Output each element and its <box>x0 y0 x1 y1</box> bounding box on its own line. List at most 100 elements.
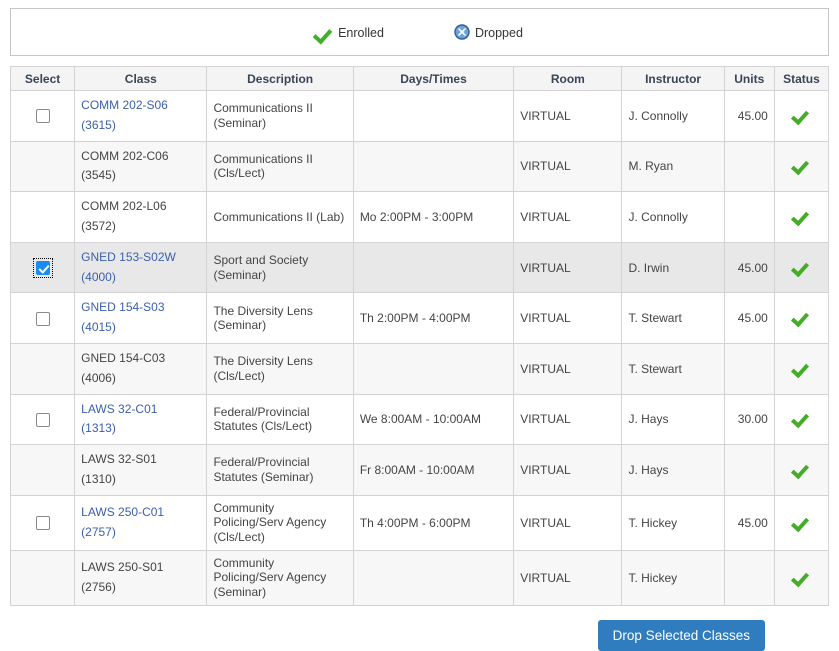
enrollment-page: Enrolled Dropped Select Class Descriptio… <box>0 0 839 651</box>
instructor-cell: J. Connolly <box>621 191 725 243</box>
drop-selected-classes-button[interactable]: Drop Selected Classes <box>597 619 765 651</box>
status-cell <box>773 342 830 395</box>
green-check-icon <box>793 410 810 425</box>
class-code-link[interactable]: LAWS 32-C01 <box>81 400 200 420</box>
class-code-link[interactable]: GNED 153-S02W <box>81 248 200 268</box>
description-cell: Communications II (Lab) <box>206 191 354 243</box>
instructor-cell: T. Stewart <box>621 292 725 344</box>
select-cell <box>9 444 76 496</box>
description-cell: Federal/Provincial Statutes (Cls/Lect) <box>206 393 354 446</box>
class-cell: COMM 202-C06 (3545) <box>74 140 208 193</box>
days-times-cell: We 8:00AM - 10:00AM <box>352 393 515 446</box>
room-cell: VIRTUAL <box>513 494 623 551</box>
table-row: COMM 202-L06 (3572) Communications II (Lab… <box>9 191 830 243</box>
days-times-cell <box>352 241 515 294</box>
legend-item-enrolled: Enrolled <box>316 25 384 40</box>
days-times-cell <box>352 342 515 395</box>
green-check-icon <box>793 360 810 375</box>
class-code-text: COMM 202-C06 <box>81 148 169 163</box>
instructor-cell: J. Connolly <box>621 90 725 142</box>
class-number: (4000) <box>81 269 116 284</box>
class-code-link[interactable]: GNED 154-S03 <box>81 298 200 318</box>
table-row: LAWS 32-S01 (1310) Federal/Provincial Stat… <box>9 444 830 496</box>
green-check-icon <box>793 107 810 122</box>
class-schedule-table: Select Class Description Days/Times Room… <box>9 66 830 606</box>
class-code-link[interactable]: LAWS 250-C01 <box>81 503 200 523</box>
select-cell <box>9 140 76 193</box>
column-header-instructor: Instructor <box>621 66 725 91</box>
table-footer: Drop Selected Classes <box>10 619 829 651</box>
green-check-icon <box>793 514 810 529</box>
instructor-cell: D. Irwin <box>621 241 725 294</box>
class-cell: LAWS 250-C01 (2757) <box>74 494 208 551</box>
room-cell: VIRTUAL <box>513 342 623 395</box>
class-cell: LAWS 32-C01 (1313) <box>74 393 208 446</box>
select-cell <box>9 292 76 344</box>
units-cell <box>723 444 775 496</box>
status-legend-panel: Enrolled Dropped <box>10 8 829 56</box>
days-times-cell: Fr 8:00AM - 10:00AM <box>352 444 515 496</box>
days-times-cell <box>352 140 515 193</box>
blue-circle-x-icon <box>454 24 470 40</box>
units-cell <box>723 140 775 193</box>
select-cell <box>9 549 76 606</box>
row-select-checkbox[interactable] <box>35 109 50 124</box>
class-number: (2756) <box>81 579 116 594</box>
class-cell: LAWS 32-S01 (1310) <box>74 444 208 496</box>
days-times-cell: Th 4:00PM - 6:00PM <box>352 494 515 551</box>
room-cell: VIRTUAL <box>513 444 623 496</box>
row-select-checkbox[interactable] <box>35 311 50 326</box>
units-cell: 45.00 <box>723 90 775 142</box>
row-select-checkbox[interactable] <box>35 516 50 531</box>
green-check-icon <box>793 569 810 584</box>
select-cell <box>9 191 76 243</box>
status-cell <box>773 444 830 496</box>
table-row: LAWS 250-S01 (2756) Community Policing/Ser… <box>9 549 830 606</box>
status-cell <box>773 292 830 344</box>
class-code-link[interactable]: COMM 202-S06 <box>81 96 200 116</box>
description-cell: Communications II (Cls/Lect) <box>206 140 354 193</box>
table-row: LAWS 250-C01 (2757) Community Policing/Ser… <box>9 494 830 551</box>
class-number: (1313) <box>81 421 116 436</box>
row-select-checkbox[interactable] <box>35 260 50 275</box>
class-number: (3615) <box>81 117 116 132</box>
column-header-description: Description <box>206 66 354 91</box>
days-times-cell <box>352 90 515 142</box>
column-header-status: Status <box>773 66 830 91</box>
row-select-checkbox[interactable] <box>35 412 50 427</box>
class-number: (2757) <box>81 524 116 539</box>
legend-label-dropped: Dropped <box>474 25 523 40</box>
status-cell <box>773 393 830 446</box>
class-cell: LAWS 250-S01 (2756) <box>74 549 208 606</box>
green-check-icon <box>316 25 333 40</box>
table-row: COMM 202-C06 (3545) Communications II (Cls… <box>9 140 830 193</box>
table-row: GNED 153-S02W (4000) Sport and Society (Se… <box>9 241 830 294</box>
units-cell: 45.00 <box>723 494 775 551</box>
status-cell <box>773 241 830 294</box>
units-cell: 30.00 <box>723 393 775 446</box>
description-cell: Sport and Society (Seminar) <box>206 241 354 294</box>
table-row: COMM 202-S06 (3615) Communications II (Sem… <box>9 90 830 142</box>
column-header-days-times: Days/Times <box>352 66 515 91</box>
class-cell: GNED 154-C03 (4006) <box>74 342 208 395</box>
select-cell <box>9 494 76 551</box>
description-cell: Communications II (Seminar) <box>206 90 354 142</box>
status-cell <box>773 494 830 551</box>
instructor-cell: T. Hickey <box>621 494 725 551</box>
units-cell: 45.00 <box>723 292 775 344</box>
green-check-icon <box>793 309 810 324</box>
column-header-room: Room <box>513 66 623 91</box>
status-cell <box>773 191 830 243</box>
status-cell <box>773 549 830 606</box>
instructor-cell: T. Stewart <box>621 342 725 395</box>
room-cell: VIRTUAL <box>513 549 623 606</box>
class-code-text: GNED 154-C03 <box>81 350 166 365</box>
table-row: GNED 154-C03 (4006) The Diversity Lens (Cl… <box>9 342 830 395</box>
room-cell: VIRTUAL <box>513 393 623 446</box>
green-check-icon <box>793 259 810 274</box>
days-times-cell: Mo 2:00PM - 3:00PM <box>352 191 515 243</box>
room-cell: VIRTUAL <box>513 90 623 142</box>
instructor-cell: J. Hays <box>621 393 725 446</box>
select-cell <box>9 90 76 142</box>
class-cell: COMM 202-S06 (3615) <box>74 90 208 142</box>
